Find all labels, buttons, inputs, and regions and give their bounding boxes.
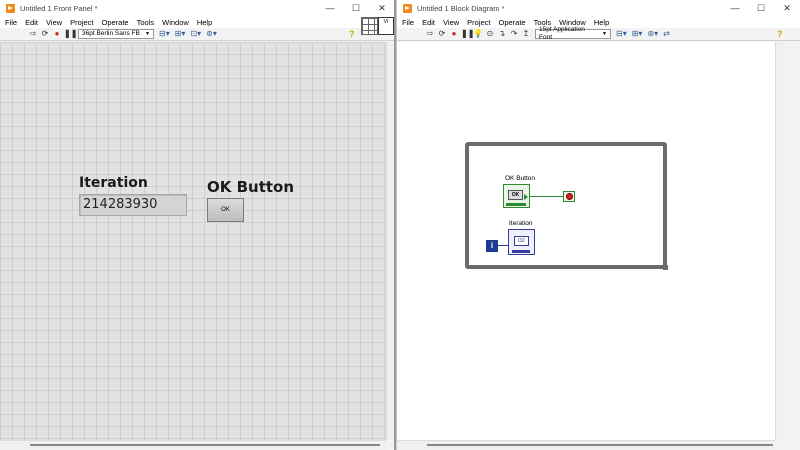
block-diagram-menubar: File Edit View Project Operate Tools Win… bbox=[397, 16, 800, 28]
scrollbar-thumb[interactable] bbox=[427, 444, 773, 446]
menu-project[interactable]: Project bbox=[463, 18, 494, 27]
run-arrow-icon[interactable]: ⇨ bbox=[28, 29, 38, 39]
close-button[interactable]: ✕ bbox=[369, 0, 395, 16]
maximize-button[interactable]: ☐ bbox=[343, 0, 369, 16]
menu-help[interactable]: Help bbox=[193, 18, 216, 27]
highlight-execution-icon[interactable]: 💡 bbox=[473, 29, 483, 39]
block-diagram-horizontal-scrollbar[interactable] bbox=[397, 440, 775, 450]
step-over-icon[interactable]: ↷ bbox=[509, 29, 519, 39]
run-continuously-icon[interactable]: ⟳ bbox=[40, 29, 50, 39]
scrollbar-thumb[interactable] bbox=[30, 444, 380, 446]
menu-view[interactable]: View bbox=[42, 18, 66, 27]
terminal-output-arrow-icon bbox=[524, 194, 528, 200]
align-objects-icon[interactable]: ⊟▾ bbox=[159, 29, 170, 39]
run-continuously-icon[interactable]: ⟳ bbox=[437, 29, 447, 39]
labview-app-icon bbox=[6, 3, 15, 13]
step-into-icon[interactable]: ↴ bbox=[497, 29, 507, 39]
boolean-wire[interactable] bbox=[530, 196, 563, 197]
chevron-down-icon: ▼ bbox=[145, 31, 150, 37]
ok-button-terminal[interactable]: OK bbox=[503, 184, 530, 208]
chevron-down-icon: ▼ bbox=[602, 31, 607, 37]
abort-icon[interactable]: ● bbox=[52, 29, 62, 39]
run-arrow-icon[interactable]: ⇨ bbox=[425, 29, 435, 39]
connector-pane[interactable]: VI bbox=[361, 17, 395, 41]
vi-icon[interactable]: VI bbox=[378, 17, 394, 35]
menu-file[interactable]: File bbox=[397, 18, 418, 27]
block-diagram-titlebar[interactable]: Untitled 1 Block Diagram * — ☐ ✕ bbox=[397, 0, 800, 16]
help-icon[interactable]: ? bbox=[777, 28, 783, 41]
front-panel-horizontal-scrollbar[interactable] bbox=[0, 440, 386, 450]
loop-resize-handle[interactable] bbox=[663, 265, 668, 270]
help-icon[interactable]: ? bbox=[349, 28, 355, 41]
iteration-indicator[interactable]: 214283930 bbox=[79, 194, 187, 216]
distribute-objects-icon[interactable]: ⊞▾ bbox=[632, 29, 643, 39]
reorder-icon[interactable]: ⊛▾ bbox=[647, 29, 658, 39]
boolean-type-bar bbox=[506, 203, 526, 206]
ok-button-label: OK Button bbox=[207, 178, 295, 196]
menu-edit[interactable]: Edit bbox=[418, 18, 439, 27]
connector-pane-grid[interactable] bbox=[361, 17, 378, 35]
menu-operate[interactable]: Operate bbox=[495, 18, 530, 27]
step-out-icon[interactable]: ↥ bbox=[521, 29, 531, 39]
font-selector[interactable]: 15pt Application Font ▼ bbox=[535, 26, 611, 41]
ok-terminal-label: OK Button bbox=[505, 175, 535, 182]
ok-terminal-icon: OK bbox=[508, 190, 523, 200]
front-panel-toolbar: ⇨ ⟳ ● ❚❚ 36pt Berlin Sans FB ▼ ⊟▾ ⊞▾ ⊡▾ ⊛… bbox=[0, 28, 395, 41]
loop-iteration-terminal[interactable]: i bbox=[486, 240, 498, 252]
numeric-terminal-icon: I32 bbox=[514, 236, 529, 246]
menu-edit[interactable]: Edit bbox=[21, 18, 42, 27]
block-diagram-title: Untitled 1 Block Diagram * bbox=[417, 3, 505, 13]
front-panel-window: Untitled 1 Front Panel * — ☐ ✕ File Edit… bbox=[0, 0, 395, 450]
close-button[interactable]: ✕ bbox=[774, 0, 800, 16]
iteration-indicator-terminal[interactable]: I32 bbox=[508, 229, 535, 255]
integer-type-bar bbox=[512, 250, 530, 253]
stop-icon bbox=[565, 193, 573, 200]
retain-wire-values-icon[interactable]: ⊙ bbox=[485, 29, 495, 39]
menu-tools[interactable]: Tools bbox=[133, 18, 159, 27]
pause-icon[interactable]: ❚❚ bbox=[64, 29, 77, 39]
menu-window[interactable]: Window bbox=[158, 18, 193, 27]
ok-button[interactable]: OK bbox=[207, 198, 244, 222]
front-panel-title: Untitled 1 Front Panel * bbox=[20, 3, 98, 13]
abort-icon[interactable]: ● bbox=[449, 29, 459, 39]
menu-view[interactable]: View bbox=[439, 18, 463, 27]
distribute-objects-icon[interactable]: ⊞▾ bbox=[175, 29, 186, 39]
maximize-button[interactable]: ☐ bbox=[748, 0, 774, 16]
reorder-icon[interactable]: ⊛▾ bbox=[206, 29, 217, 39]
font-selector[interactable]: 36pt Berlin Sans FB ▼ bbox=[78, 29, 154, 39]
front-panel-canvas[interactable] bbox=[0, 42, 386, 440]
front-panel-menubar: File Edit View Project Operate Tools Win… bbox=[0, 16, 395, 28]
block-diagram-vertical-scrollbar[interactable] bbox=[775, 42, 784, 440]
minimize-button[interactable]: — bbox=[722, 0, 748, 16]
stop-condition-terminal[interactable] bbox=[563, 191, 575, 202]
clean-up-diagram-icon[interactable]: ⇄ bbox=[663, 29, 670, 39]
pause-icon[interactable]: ❚❚ bbox=[461, 29, 474, 39]
menu-operate[interactable]: Operate bbox=[98, 18, 133, 27]
block-diagram-toolbar: ⇨ ⟳ ● ❚❚ 💡 ⊙ ↴ ↷ ↥ 15pt Application Font… bbox=[397, 26, 800, 41]
menu-file[interactable]: File bbox=[0, 18, 21, 27]
labview-app-icon bbox=[403, 3, 412, 13]
front-panel-titlebar[interactable]: Untitled 1 Front Panel * — ☐ ✕ bbox=[0, 0, 395, 16]
integer-wire[interactable] bbox=[498, 245, 508, 246]
resize-objects-icon[interactable]: ⊡▾ bbox=[190, 29, 201, 39]
iteration-terminal-label: Iteration bbox=[509, 220, 533, 227]
minimize-button[interactable]: — bbox=[317, 0, 343, 16]
iteration-label: Iteration bbox=[79, 175, 148, 191]
menu-project[interactable]: Project bbox=[66, 18, 97, 27]
align-objects-icon[interactable]: ⊟▾ bbox=[616, 29, 627, 39]
